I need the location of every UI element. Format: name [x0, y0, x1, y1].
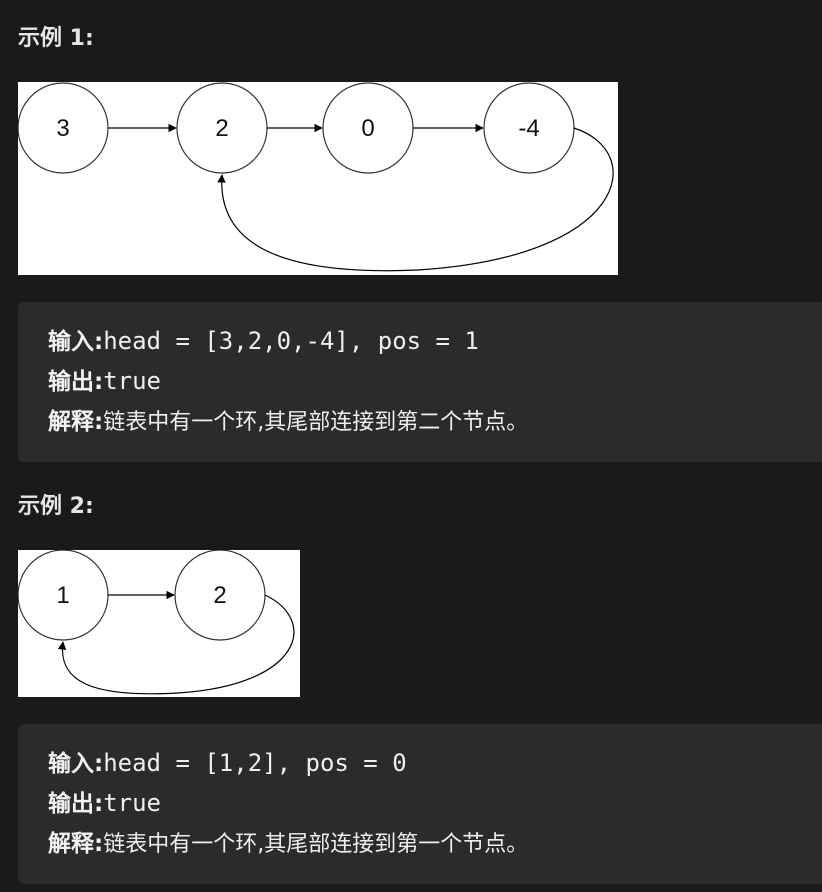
node-value: 2	[215, 115, 228, 142]
linked-list-cycle-diagram-2: 1 2	[18, 550, 295, 695]
explanation-label: 解释:	[48, 831, 104, 857]
output-line: 输出:true	[48, 786, 161, 820]
input-value: head = [3,2,0,-4], pos = 1	[103, 327, 479, 355]
example-2-heading: 示例 2:	[18, 494, 94, 519]
example-1-codebox: 输入:head = [3,2,0,-4], pos = 1 输出:true 解释…	[18, 302, 822, 462]
list-node: 0	[322, 82, 414, 174]
explanation-line: 解释:链表中有一个环,其尾部连接到第二个节点。	[48, 404, 528, 438]
input-value: head = [1,2], pos = 0	[103, 749, 407, 777]
output-value: true	[103, 367, 161, 395]
output-line: 输出:true	[48, 364, 161, 398]
explanation-value: 链表中有一个环,其尾部连接到第二个节点。	[103, 410, 529, 435]
node-value: 0	[361, 115, 374, 142]
example-2-diagram: 1 2	[18, 550, 300, 697]
node-value: 3	[56, 115, 69, 142]
list-node: 2	[174, 550, 266, 641]
example-1-heading: 示例 1:	[18, 26, 94, 51]
output-label: 输出:	[48, 791, 104, 817]
output-value: true	[103, 789, 161, 817]
example-1-diagram: 3 2 0 -4	[18, 82, 618, 275]
explanation-line: 解释:链表中有一个环,其尾部连接到第一个节点。	[48, 826, 528, 860]
input-line: 输入:head = [3,2,0,-4], pos = 1	[48, 324, 479, 358]
list-node: 2	[176, 82, 268, 174]
node-value: 2	[213, 582, 226, 609]
input-label: 输入:	[48, 751, 104, 777]
explanation-label: 解释:	[48, 409, 104, 435]
example-2-codebox: 输入:head = [1,2], pos = 0 输出:true 解释:链表中有…	[18, 724, 822, 884]
input-line: 输入:head = [1,2], pos = 0	[48, 746, 407, 780]
node-value: -4	[518, 115, 539, 142]
list-node: -4	[483, 82, 575, 174]
list-node: 1	[18, 550, 109, 641]
output-label: 输出:	[48, 369, 104, 395]
input-label: 输入:	[48, 329, 104, 355]
linked-list-cycle-diagram-1: 3 2 0 -4	[18, 82, 614, 272]
node-value: 1	[56, 582, 69, 609]
explanation-value: 链表中有一个环,其尾部连接到第一个节点。	[103, 832, 529, 857]
list-node: 3	[18, 82, 109, 174]
